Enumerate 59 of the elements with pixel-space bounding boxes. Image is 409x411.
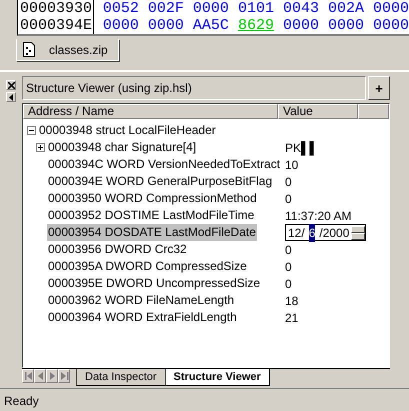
tree-value: PK▌▌ (285, 140, 318, 154)
hex-value[interactable]: 0000 (328, 17, 364, 34)
arrow-right-icon (47, 371, 57, 382)
skip-back-icon (23, 371, 33, 382)
hex-offset: 0000394E (20, 17, 92, 34)
next-tab-button[interactable] (46, 369, 58, 384)
tree-item[interactable]: 00003948 struct LocalFileHeader (38, 122, 217, 139)
column-header[interactable]: Value (278, 104, 358, 119)
expand-icon[interactable] (36, 143, 45, 152)
tree-value: 11:37:20 AM (285, 208, 352, 222)
arrow-left-button[interactable] (6, 92, 16, 102)
first-tab-button[interactable] (22, 369, 34, 384)
spin-button[interactable] (351, 226, 366, 240)
view-tab[interactable]: Structure Viewer (164, 369, 270, 386)
tree-item[interactable]: 00003964 WORD ExtraFieldLength (47, 309, 238, 326)
hex-value[interactable]: 0000 (102, 17, 139, 34)
tree-item[interactable]: 0000394E WORD GeneralPurposeBitFlag (47, 173, 274, 190)
file-tab[interactable]: classes.zip (16, 39, 119, 61)
tree-item[interactable]: 00003954 DOSDATE LastModFileDate (47, 224, 257, 241)
tree-item[interactable]: 00003952 DOSTIME LastModFileTime (47, 207, 256, 224)
tree-value: 21 (285, 310, 298, 324)
hex-value[interactable]: 0101 (238, 0, 274, 17)
tree-item[interactable]: 0000395A DWORD CompressedSize (47, 258, 248, 275)
view-tab[interactable]: Data Inspector (76, 369, 165, 386)
tree-value: 0 (285, 242, 292, 256)
tree-value: 0 (285, 260, 292, 274)
hex-value[interactable]: 002A (328, 0, 364, 17)
hex-value[interactable]: 0000 (148, 17, 184, 34)
hex-value[interactable]: 0000 (372, 17, 409, 34)
tree-value: 10 (285, 158, 298, 172)
add-button[interactable]: + (368, 76, 390, 100)
hex-value[interactable]: 0000 (282, 17, 319, 34)
hex-value[interactable]: AA5C (192, 17, 229, 34)
tree-item[interactable]: 00003950 WORD CompressionMethod (47, 190, 258, 207)
hex-value[interactable]: 002F (148, 0, 184, 17)
file-icon (23, 42, 35, 57)
tree-value: 0 (285, 192, 292, 206)
panel-title: Structure Viewer (using zip.hsl) (22, 76, 366, 100)
tree-item[interactable]: 00003956 DWORD Crc32 (47, 241, 188, 258)
hex-value[interactable]: 0000 (192, 0, 229, 17)
last-tab-button[interactable] (58, 369, 70, 384)
hex-offset: 00003930 (20, 0, 92, 17)
date-field[interactable]: 12/ 6 /2000 (285, 224, 366, 241)
tree-value: 18 (285, 294, 298, 308)
hex-value[interactable]: 0043 (282, 0, 319, 17)
previous-tab-button[interactable] (34, 369, 46, 384)
hex-value[interactable]: 0052 (102, 0, 139, 17)
tree-item[interactable]: 00003948 char Signature[4] (47, 139, 198, 156)
column-header[interactable]: Address / Name (23, 104, 278, 119)
status-text: Ready (0, 388, 409, 410)
hex-value[interactable]: 0000 (372, 0, 409, 17)
tree-value: 0 (285, 174, 292, 188)
tree-item[interactable]: 00003962 WORD FileNameLength (47, 292, 236, 309)
skip-forward-icon (59, 371, 69, 382)
collapse-icon[interactable] (27, 126, 36, 135)
tree-item[interactable]: 0000395E DWORD UncompressedSize (47, 275, 262, 292)
tree-value: 0 (285, 276, 292, 290)
close-button[interactable] (6, 80, 16, 90)
tree-item[interactable]: 0000394C WORD VersionNeededToExtract (47, 156, 282, 173)
